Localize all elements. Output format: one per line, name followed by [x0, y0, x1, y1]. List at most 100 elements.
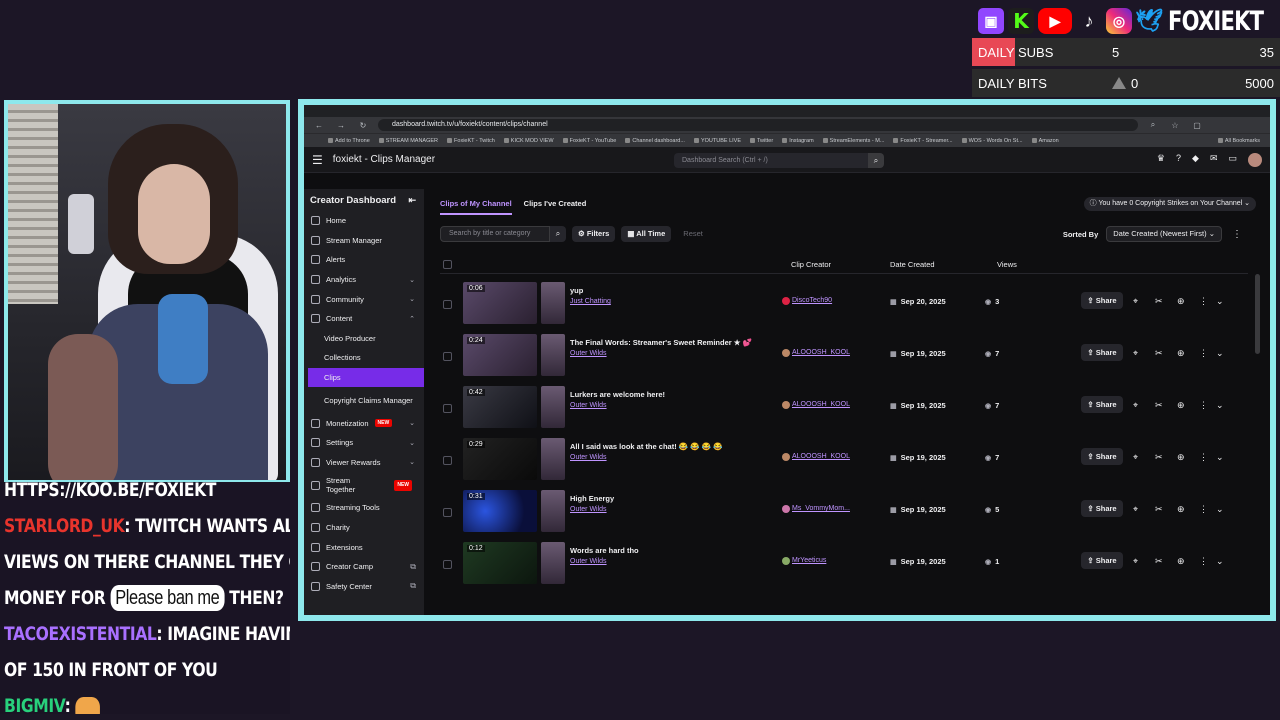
sidebar-item-stream-together[interactable]: Stream Together NEW: [304, 472, 424, 498]
clip-title[interactable]: High Energy: [570, 494, 614, 503]
more-options-icon[interactable]: ⋮: [1199, 400, 1208, 411]
scissors-icon[interactable]: ✂: [1155, 296, 1163, 307]
chevron-down-icon[interactable]: ⌄: [1216, 504, 1224, 515]
row-checkbox[interactable]: [443, 456, 452, 465]
publish-icon[interactable]: ⊕: [1177, 556, 1185, 567]
table-row[interactable]: 0:29 All I said was look at the chat! 😂 😂…: [440, 433, 1248, 485]
row-checkbox[interactable]: [443, 560, 452, 569]
forward-icon[interactable]: →: [334, 121, 348, 130]
crop-icon[interactable]: ⌖: [1133, 296, 1138, 307]
sidebar-item-copyright-claims[interactable]: Copyright Claims Manager: [304, 387, 424, 413]
table-row[interactable]: 0:42 Lurkers are welcome here! Outer Wilds…: [440, 381, 1248, 433]
crop-icon[interactable]: ⌖: [1133, 452, 1138, 463]
copyright-strikes-dropdown[interactable]: ⓘ You have 0 Copyright Strikes on Your C…: [1083, 197, 1256, 211]
crown-icon[interactable]: ♛: [1157, 153, 1165, 167]
sidebar-item-charity[interactable]: Charity: [304, 518, 424, 538]
clip-creator[interactable]: Ms_VommyMom...: [792, 505, 850, 512]
bookmark[interactable]: FoxieKT - YouTube: [563, 138, 617, 144]
clip-creator[interactable]: DiscoTech90: [792, 297, 832, 304]
crop-icon[interactable]: ⌖: [1133, 348, 1138, 359]
table-row[interactable]: 0:12 Words are hard tho Outer Wilds MrYeeti…: [440, 537, 1248, 589]
clip-category[interactable]: Just Chatting: [570, 298, 611, 305]
bookmark[interactable]: WOS - Words On St...: [962, 138, 1023, 144]
sidebar-item-settings[interactable]: Settings ⌄: [304, 433, 424, 453]
chevron-down-icon[interactable]: ⌄: [1216, 452, 1224, 463]
chevron-down-icon[interactable]: ⌄: [1216, 556, 1224, 567]
clip-creator[interactable]: MrYeeticus: [792, 557, 826, 564]
bookmark[interactable]: Twitter: [750, 138, 773, 144]
more-options-icon[interactable]: ⋮: [1199, 296, 1208, 307]
column-date-created[interactable]: Date Created: [890, 260, 935, 269]
more-options-icon[interactable]: ⋮: [1199, 452, 1208, 463]
column-views[interactable]: Views: [997, 260, 1017, 269]
dashboard-search-input[interactable]: Dashboard Search (Ctrl + /): [674, 153, 882, 168]
sort-select[interactable]: Date Created (Newest First) ⌄: [1106, 226, 1222, 242]
table-row[interactable]: 0:24 The Final Words: Streamer's Sweet Re…: [440, 329, 1248, 381]
crop-icon[interactable]: ⌖: [1133, 556, 1138, 567]
scrollbar[interactable]: [1255, 274, 1260, 354]
publish-icon[interactable]: ⊕: [1177, 452, 1185, 463]
share-button[interactable]: ⇪ Share: [1081, 396, 1123, 413]
extensions-icon[interactable]: ▢: [1190, 121, 1204, 130]
crop-icon[interactable]: ⌖: [1133, 400, 1138, 411]
scissors-icon[interactable]: ✂: [1155, 348, 1163, 359]
bookmark[interactable]: YOUTUBE LIVE: [694, 138, 741, 144]
clip-creator[interactable]: ALOOOSH_KOOL: [792, 401, 850, 408]
crop-icon[interactable]: ⌖: [1133, 504, 1138, 515]
sidebar-item-safety-center[interactable]: Safety Center ⧉: [304, 577, 424, 597]
filters-button[interactable]: ⚙ Filters: [572, 226, 616, 242]
sidebar-item-community[interactable]: Community ⌄: [304, 289, 424, 309]
sidebar-item-viewer-rewards[interactable]: Viewer Rewards ⌄: [304, 453, 424, 473]
zoom-icon[interactable]: ⌕: [1146, 120, 1160, 130]
more-options-icon[interactable]: ⋮: [1199, 556, 1208, 567]
sidebar-item-stream-manager[interactable]: Stream Manager: [304, 231, 424, 251]
more-options-icon[interactable]: ⋮: [1232, 229, 1242, 240]
publish-icon[interactable]: ⊕: [1177, 504, 1185, 515]
clip-category[interactable]: Outer Wilds: [570, 506, 607, 513]
search-icon[interactable]: ⌕: [868, 153, 884, 168]
bookmark[interactable]: Channel dashboard...: [625, 138, 685, 144]
sidebar-item-alerts[interactable]: Alerts: [304, 250, 424, 270]
collapse-icon[interactable]: ⇤: [408, 195, 416, 206]
clip-title[interactable]: All I said was look at the chat! 😂 😂 😂 😂: [570, 442, 722, 451]
row-checkbox[interactable]: [443, 300, 452, 309]
sidebar-item-analytics[interactable]: Analytics ⌄: [304, 270, 424, 290]
reload-icon[interactable]: ↻: [356, 121, 370, 130]
bookmark[interactable]: KICK MOD VIEW: [504, 138, 554, 144]
chevron-down-icon[interactable]: ⌄: [1216, 348, 1224, 359]
more-options-icon[interactable]: ⋮: [1199, 504, 1208, 515]
mail-icon[interactable]: ✉: [1210, 153, 1218, 167]
sidebar-item-home[interactable]: Home: [304, 211, 424, 231]
bookmark-star-icon[interactable]: ☆: [1168, 121, 1182, 130]
address-bar[interactable]: dashboard.twitch.tv/u/foxiekt/content/cl…: [378, 119, 1138, 131]
chevron-down-icon[interactable]: ⌄: [1216, 296, 1224, 307]
back-icon[interactable]: ←: [312, 121, 326, 130]
bookmark[interactable]: Instagram: [782, 138, 813, 144]
bookmark[interactable]: Amazon: [1032, 138, 1059, 144]
avatar[interactable]: [1248, 153, 1262, 167]
bookmark[interactable]: FoxieKT - Twitch: [447, 138, 495, 144]
clip-category[interactable]: Outer Wilds: [570, 350, 607, 357]
sidebar-item-streaming-tools[interactable]: Streaming Tools: [304, 498, 424, 518]
select-all-checkbox[interactable]: [443, 260, 452, 269]
all-bookmarks[interactable]: All Bookmarks: [1218, 138, 1260, 144]
table-row[interactable]: 0:06 yup Just Chatting DiscoTech90 Sep 20, 2…: [440, 277, 1248, 329]
menu-icon[interactable]: ☰: [312, 153, 323, 167]
clip-title[interactable]: The Final Words: Streamer's Sweet Remind…: [570, 338, 752, 347]
row-checkbox[interactable]: [443, 508, 452, 517]
clip-search-input[interactable]: Search by title or category: [440, 226, 550, 242]
chevron-down-icon[interactable]: ⌄: [1216, 400, 1224, 411]
clip-title[interactable]: Words are hard tho: [570, 546, 639, 555]
publish-icon[interactable]: ⊕: [1177, 296, 1185, 307]
bookmark[interactable]: Add to Throne: [328, 138, 370, 144]
share-button[interactable]: ⇪ Share: [1081, 552, 1123, 569]
share-button[interactable]: ⇪ Share: [1081, 292, 1123, 309]
bookmark[interactable]: StreamElements - M...: [823, 138, 885, 144]
search-icon[interactable]: ⌕: [550, 226, 566, 242]
table-row[interactable]: 0:31 High Energy Outer Wilds Ms_VommyMom...…: [440, 485, 1248, 537]
clip-category[interactable]: Outer Wilds: [570, 558, 607, 565]
all-time-button[interactable]: ▦ All Time: [621, 226, 672, 242]
tab-clips-of-my-channel[interactable]: Clips of My Channel: [440, 199, 512, 215]
row-checkbox[interactable]: [443, 352, 452, 361]
sidebar-item-extensions[interactable]: Extensions: [304, 537, 424, 557]
